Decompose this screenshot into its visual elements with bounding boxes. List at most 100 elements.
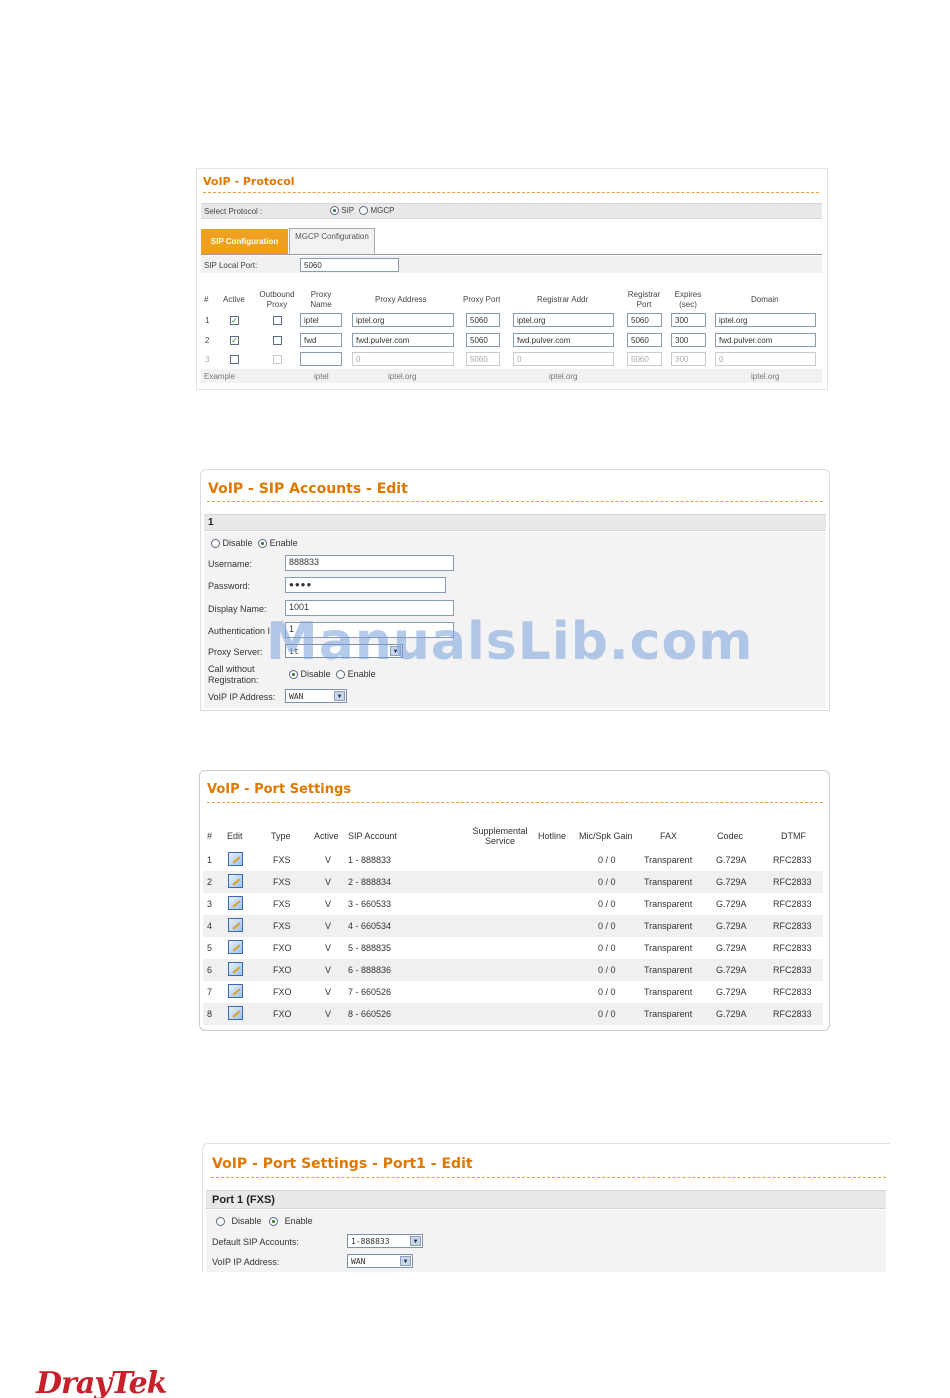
- disable-label: Disable: [222, 538, 253, 548]
- expires-input[interactable]: 300: [671, 313, 706, 327]
- col-num: #: [207, 831, 213, 841]
- port-num: 2: [207, 877, 213, 887]
- password-input[interactable]: ●●●●: [285, 577, 446, 593]
- chevron-down-icon: ▼: [400, 1256, 411, 1266]
- example-proxy-name: iptel: [314, 372, 329, 381]
- disable-radio[interactable]: [216, 1217, 225, 1227]
- port-edit-header: Port 1 (FXS): [212, 1194, 275, 1206]
- port-active: V: [325, 965, 332, 975]
- port-settings-divider: [207, 802, 823, 803]
- proxy-address-input: 0: [352, 352, 454, 366]
- sip-edit-divider: [207, 501, 823, 502]
- col-expires: Expires (sec): [674, 290, 702, 309]
- port-type: FXS: [273, 921, 291, 931]
- local-port-input[interactable]: 5060: [300, 258, 399, 272]
- port-num: 3: [207, 899, 213, 909]
- port-sip-account: 2 - 888834: [348, 877, 392, 887]
- authentication-label: Authentication I: [208, 626, 271, 636]
- proxy-address-input[interactable]: fwd.pulver.com: [352, 333, 454, 347]
- voip-ip-value: WAN: [351, 1257, 366, 1266]
- port-fax: Transparent: [644, 1009, 693, 1019]
- outbound-proxy-checkbox[interactable]: [273, 316, 282, 325]
- table-row: 2 FXS V 2 - 888834 0 / 0 Transparent G.7…: [203, 871, 823, 893]
- domain-input[interactable]: iptel.org: [715, 313, 816, 327]
- registrar-port-input[interactable]: 5060: [627, 333, 662, 347]
- example-label: Example: [204, 372, 236, 381]
- port-fax: Transparent: [644, 855, 693, 865]
- edit-icon[interactable]: [228, 918, 243, 932]
- registrar-addr-input[interactable]: fwd.pulver.com: [513, 333, 614, 347]
- voip-ip-value: WAN: [289, 692, 304, 701]
- col-hotline: Hotline: [538, 831, 567, 841]
- proxy-port-input[interactable]: 5060: [466, 333, 500, 347]
- default-sip-select[interactable]: 1-888833 ▼: [347, 1234, 423, 1248]
- watermark: ManualsLib.com: [266, 612, 754, 672]
- table-row: 5 FXO V 5 - 888835 0 / 0 Transparent G.7…: [203, 937, 823, 959]
- registrar-addr-input[interactable]: iptel.org: [513, 313, 614, 327]
- edit-icon[interactable]: [228, 874, 243, 888]
- edit-icon[interactable]: [228, 940, 243, 954]
- port-dtmf: RFC2833: [773, 943, 812, 953]
- enable-label: Enable: [284, 1216, 313, 1226]
- proxy-port-input[interactable]: 5060: [466, 313, 500, 327]
- edit-icon[interactable]: [228, 984, 243, 998]
- expires-input[interactable]: 300: [671, 333, 706, 347]
- local-port-label: SIP Local Port:: [204, 261, 258, 270]
- enable-label: Enable: [269, 538, 298, 548]
- active-checkbox[interactable]: ✓: [230, 316, 239, 325]
- outbound-proxy-checkbox[interactable]: [273, 336, 282, 345]
- port-sip-account: 3 - 660533: [348, 899, 392, 909]
- table-row: 7 FXO V 7 - 660526 0 / 0 Transparent G.7…: [203, 981, 823, 1003]
- outbound-proxy-checkbox: [273, 355, 282, 364]
- edit-icon[interactable]: [228, 962, 243, 976]
- port-gain: 0 / 0: [598, 877, 616, 887]
- row-num: 3: [205, 355, 210, 364]
- col-supplemental-service: Supplemental Service: [472, 826, 528, 846]
- col-proxy-name: Proxy Name: [310, 290, 332, 309]
- display-name-label: Display Name:: [208, 604, 267, 614]
- port-active: V: [325, 855, 332, 865]
- port-fax: Transparent: [644, 899, 693, 909]
- protocol-title: VoIP - Protocol: [203, 175, 295, 188]
- sip-radio-label: SIP: [341, 206, 354, 215]
- active-checkbox[interactable]: [230, 355, 239, 364]
- edit-icon[interactable]: [228, 896, 243, 910]
- active-checkbox[interactable]: ✓: [230, 336, 239, 345]
- sip-radio[interactable]: [330, 206, 339, 216]
- port-active: V: [325, 877, 332, 887]
- chevron-down-icon: ▼: [334, 691, 345, 701]
- select-protocol-bar: [201, 203, 822, 219]
- voip-ip-label: VoIP IP Address:: [208, 692, 276, 702]
- proxy-name-input[interactable]: [300, 352, 342, 366]
- disable-radio[interactable]: [211, 539, 220, 549]
- proxy-name-input[interactable]: fwd: [300, 333, 342, 347]
- port-sip-account: 7 - 660526: [348, 987, 392, 997]
- proxy-name-input[interactable]: iptel: [300, 313, 342, 327]
- sip-enable-group: Disable Enable: [211, 538, 298, 549]
- enable-radio[interactable]: [269, 1217, 279, 1227]
- edit-icon[interactable]: [228, 852, 243, 866]
- edit-icon[interactable]: [228, 1006, 243, 1020]
- mgcp-radio[interactable]: [359, 206, 369, 216]
- voip-ip-select[interactable]: WAN ▼: [285, 689, 347, 703]
- example-domain: iptel.org: [751, 372, 780, 381]
- protocol-divider: [203, 192, 819, 193]
- voip-ip-select[interactable]: WAN ▼: [347, 1254, 413, 1268]
- port-gain: 0 / 0: [598, 965, 616, 975]
- voip-ip-label: VoIP IP Address:: [212, 1257, 280, 1267]
- example-proxy-address: iptel.org: [388, 372, 417, 381]
- port-type: FXS: [273, 877, 291, 887]
- domain-input[interactable]: fwd.pulver.com: [715, 333, 816, 347]
- port-active: V: [325, 943, 332, 953]
- table-row: 6 FXO V 6 - 888836 0 / 0 Transparent G.7…: [203, 959, 823, 981]
- registrar-port-input[interactable]: 5060: [627, 313, 662, 327]
- sip-edit-title: VoIP - SIP Accounts - Edit: [208, 481, 408, 497]
- enable-radio[interactable]: [258, 539, 268, 549]
- port-dtmf: RFC2833: [773, 965, 812, 975]
- tab-sip-configuration[interactable]: SIP Configuration: [201, 229, 288, 254]
- tab-mgcp-configuration[interactable]: MGCP Configuration: [289, 228, 375, 254]
- port-edit-header-bar: [206, 1190, 886, 1209]
- proxy-address-input[interactable]: iptel.org: [352, 313, 454, 327]
- username-input[interactable]: 888833: [285, 555, 454, 571]
- col-outbound-proxy: Outbound Proxy: [259, 290, 295, 309]
